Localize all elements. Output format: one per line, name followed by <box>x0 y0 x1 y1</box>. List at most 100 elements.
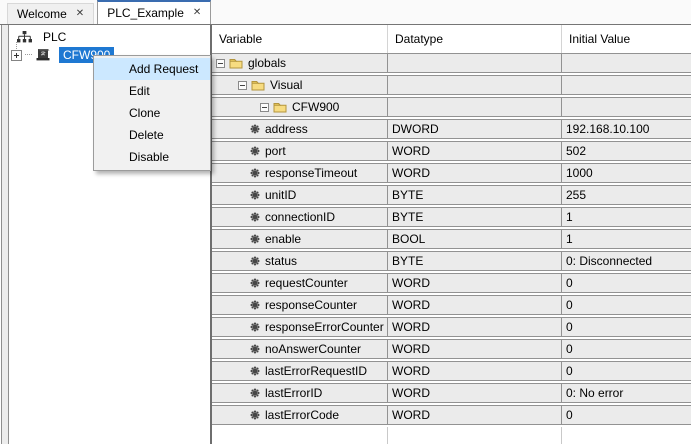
grid-row-port[interactable]: portWORD502 <box>212 141 691 161</box>
row-collapse-icon[interactable] <box>238 81 247 90</box>
grid-row-responseErrorCounter[interactable]: responseErrorCounterWORD0 <box>212 317 691 337</box>
tab-close-icon[interactable]: ✕ <box>76 9 84 19</box>
cell-datatype <box>388 76 562 94</box>
folder-icon <box>229 57 243 69</box>
grid-header-row: Variable Datatype Initial Value <box>212 25 691 53</box>
variable-icon <box>250 256 260 266</box>
cell-datatype <box>388 54 562 72</box>
menu-item-disable[interactable]: Disable <box>94 146 210 168</box>
grid-row-connectionID[interactable]: connectionIDBYTE1 <box>212 207 691 227</box>
variable-icon <box>250 212 260 222</box>
cell-datatype: WORD <box>388 142 562 160</box>
tab-plc_example[interactable]: PLC_Example✕ <box>97 0 211 24</box>
cell-datatype: WORD <box>388 274 562 292</box>
tab-close-icon[interactable]: ✕ <box>193 8 201 18</box>
grid-row-globals[interactable]: globals <box>212 53 691 73</box>
cell-datatype: BYTE <box>388 252 562 270</box>
row-name: lastErrorCode <box>265 408 339 422</box>
variable-grid: Variable Datatype Initial Value globals V… <box>210 25 691 444</box>
variable-icon <box>250 168 260 178</box>
plc-network-icon <box>17 31 32 44</box>
cell-initial-value <box>562 76 691 94</box>
cell-variable: port <box>212 142 388 160</box>
grid-column-divider <box>561 427 562 444</box>
tree-item-plc[interactable]: PLC <box>17 29 66 45</box>
grid-row-unitID[interactable]: unitIDBYTE255 <box>212 185 691 205</box>
cell-initial-value: 0 <box>562 362 691 380</box>
cell-datatype: BYTE <box>388 186 562 204</box>
row-collapse-icon[interactable] <box>216 59 225 68</box>
menu-item-delete[interactable]: Delete <box>94 124 210 146</box>
grid-row-responseTimeout[interactable]: responseTimeout WORD1000 <box>212 163 691 183</box>
grid-row-CFW900[interactable]: CFW900 <box>212 97 691 117</box>
variable-icon <box>250 322 260 332</box>
tab-welcome[interactable]: Welcome✕ <box>7 3 94 24</box>
cell-variable: lastErrorID <box>212 384 388 402</box>
cell-initial-value: 0 <box>562 406 691 424</box>
grid-header-variable: Variable <box>212 25 388 53</box>
cell-datatype <box>388 98 562 116</box>
plc-ide-window: Welcome✕PLC_Example✕ <box>0 0 691 444</box>
cell-variable: address <box>212 120 388 138</box>
cell-initial-value: 0 <box>562 340 691 358</box>
grid-row-noAnswerCounter[interactable]: noAnswerCounterWORD0 <box>212 339 691 359</box>
folder-icon <box>251 79 265 91</box>
row-name: requestCounter <box>265 276 348 290</box>
cell-variable: lastErrorRequestID <box>212 362 388 380</box>
row-name: noAnswerCounter <box>265 342 361 356</box>
cell-initial-value: 1 <box>562 230 691 248</box>
row-name: responseCounter <box>265 298 357 312</box>
grid-row-Visual[interactable]: Visual <box>212 75 691 95</box>
grid-row-responseCounter[interactable]: responseCounterWORD0 <box>212 295 691 315</box>
menu-item-edit[interactable]: Edit <box>94 80 210 102</box>
cell-variable: responseErrorCounter <box>212 318 388 336</box>
variable-icon <box>250 366 260 376</box>
grid-row-enable[interactable]: enableBOOL1 <box>212 229 691 249</box>
folder-icon <box>273 101 287 113</box>
grid-row-lastErrorCode[interactable]: lastErrorCodeWORD0 <box>212 405 691 425</box>
row-name: lastErrorRequestID <box>265 364 367 378</box>
cell-initial-value: 1000 <box>562 164 691 182</box>
cell-initial-value: 255 <box>562 186 691 204</box>
editor-tab-bar: Welcome✕PLC_Example✕ <box>0 0 691 24</box>
variable-icon <box>250 300 260 310</box>
cell-variable: unitID <box>212 186 388 204</box>
grid-row-lastErrorID[interactable]: lastErrorIDWORD0: No error <box>212 383 691 403</box>
cell-datatype: WORD <box>388 164 562 182</box>
menu-item-add-request[interactable]: Add Request <box>94 58 210 80</box>
row-name: Visual <box>270 78 302 92</box>
cell-variable: requestCounter <box>212 274 388 292</box>
row-name: status <box>265 254 297 268</box>
tree-connector-horizontal <box>25 54 32 56</box>
cell-datatype: WORD <box>388 296 562 314</box>
row-name: responseTimeout <box>265 166 357 180</box>
grid-row-address[interactable]: addressDWORD192.168.10.100 <box>212 119 691 139</box>
grid-row-lastErrorRequestID[interactable]: lastErrorRequestIDWORD0 <box>212 361 691 381</box>
variable-icon <box>250 344 260 354</box>
variable-icon <box>250 146 260 156</box>
grid-empty-area <box>212 427 691 444</box>
cell-variable: enable <box>212 230 388 248</box>
cell-datatype: WORD <box>388 318 562 336</box>
cell-variable: lastErrorCode <box>212 406 388 424</box>
cell-datatype: DWORD <box>388 120 562 138</box>
context-menu: Add RequestEditCloneDeleteDisable <box>93 55 211 171</box>
variable-icon <box>250 388 260 398</box>
grid-row-requestCounter[interactable]: requestCounterWORD0 <box>212 273 691 293</box>
grid-row-status[interactable]: statusBYTE0: Disconnected <box>212 251 691 271</box>
row-name: globals <box>248 56 286 70</box>
row-name: responseErrorCounter <box>265 320 384 334</box>
cell-variable: connectionID <box>212 208 388 226</box>
grid-header-initial-value: Initial Value <box>562 25 691 53</box>
row-name: CFW900 <box>292 100 339 114</box>
cell-variable: responseCounter <box>212 296 388 314</box>
variable-icon <box>250 410 260 420</box>
left-gutter <box>1 25 9 444</box>
tree-expand-plus-icon[interactable] <box>11 50 22 61</box>
menu-item-clone[interactable]: Clone <box>94 102 210 124</box>
cell-variable: status <box>212 252 388 270</box>
cell-datatype: BOOL <box>388 230 562 248</box>
cell-datatype: WORD <box>388 384 562 402</box>
variable-icon <box>250 278 260 288</box>
row-collapse-icon[interactable] <box>260 103 269 112</box>
